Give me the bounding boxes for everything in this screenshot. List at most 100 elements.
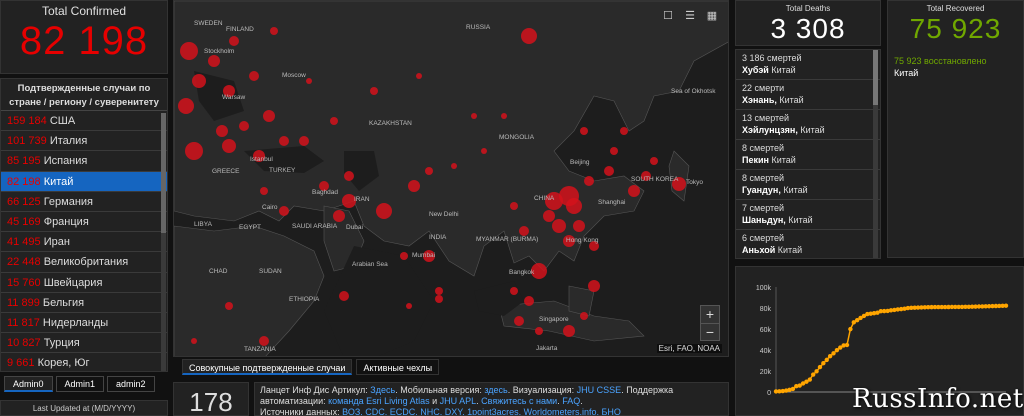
case-bubble[interactable] (249, 71, 259, 81)
contact-link[interactable]: Свяжитесь с нами (481, 396, 557, 406)
case-bubble[interactable] (306, 78, 312, 84)
case-bubble[interactable] (222, 139, 236, 153)
scrollbar-thumb[interactable] (161, 113, 166, 233)
case-bubble[interactable] (501, 113, 507, 119)
country-list-item[interactable]: 22 448 Великобритания (1, 252, 167, 273)
case-bubble[interactable] (330, 117, 338, 125)
case-bubble[interactable] (339, 291, 349, 301)
case-bubble[interactable] (270, 27, 278, 35)
case-bubble[interactable] (225, 302, 233, 310)
case-bubble[interactable] (588, 280, 600, 292)
data-point[interactable] (1003, 303, 1009, 308)
case-bubble[interactable] (584, 176, 594, 186)
data-point[interactable] (821, 360, 826, 366)
case-bubble[interactable] (425, 167, 433, 175)
case-bubble[interactable] (451, 163, 457, 169)
data-point[interactable] (814, 369, 819, 374)
country-list-item[interactable]: 159 184 США (1, 111, 167, 132)
data-point[interactable] (817, 364, 823, 370)
case-bubble[interactable] (650, 157, 658, 165)
deaths-list-item[interactable]: 22 смерти Хэнань, Китай (736, 80, 880, 110)
case-bubble[interactable] (370, 87, 378, 95)
article-link[interactable]: Здесь (370, 385, 395, 395)
case-bubble[interactable] (543, 210, 555, 222)
data-point[interactable] (844, 342, 850, 348)
case-bubble[interactable] (299, 136, 309, 146)
country-list-item[interactable]: 82 198 Китай (1, 171, 167, 192)
case-bubble[interactable] (239, 121, 249, 131)
case-bubble[interactable] (604, 166, 614, 176)
case-bubble[interactable] (260, 187, 268, 195)
case-bubble[interactable] (510, 202, 518, 210)
case-bubble[interactable] (563, 325, 575, 337)
case-bubble[interactable] (435, 287, 443, 295)
basemap-gallery-icon[interactable]: ▦ (704, 7, 720, 23)
map-view[interactable]: SWEDEN FINLAND RUSSIA Stockholm Moscow Warsaw… (173, 0, 729, 357)
country-list-item[interactable]: 85 195 Испания (1, 151, 167, 172)
case-bubble[interactable] (552, 219, 566, 233)
case-bubble[interactable] (408, 180, 420, 192)
case-bubble[interactable] (279, 136, 289, 146)
deaths-list-item[interactable]: 8 смертей Пекин Китай (736, 140, 880, 170)
country-list-item[interactable]: 10 827 Турция (1, 333, 167, 354)
country-list-item[interactable]: 15 760 Швейцария (1, 273, 167, 293)
data-point[interactable] (831, 351, 836, 356)
deaths-list-item[interactable]: 13 смертей Хэйлунцзян, Китай (736, 110, 880, 140)
case-bubble[interactable] (510, 287, 518, 295)
deaths-list-item[interactable]: 3 186 смертей Хубэй Китай (736, 50, 880, 80)
case-bubble[interactable] (580, 312, 588, 320)
country-list-item[interactable]: 9 661 Корея, Юг (1, 353, 167, 371)
tab-active-cases[interactable]: Активные чехлы (356, 359, 440, 375)
tab-admin1[interactable]: Admin1 (55, 376, 105, 392)
case-bubble[interactable] (514, 316, 524, 326)
scrollbar-thumb[interactable] (873, 50, 878, 105)
country-list-scrollbar[interactable] (161, 113, 166, 371)
country-list-item[interactable]: 11 899 Бельгия (1, 293, 167, 313)
case-bubble[interactable] (416, 73, 422, 79)
case-bubble[interactable] (524, 296, 534, 306)
case-bubble[interactable] (400, 252, 408, 260)
layers-icon[interactable]: ☰ (682, 7, 698, 23)
case-bubble[interactable] (180, 42, 198, 60)
data-point[interactable] (824, 357, 829, 363)
zoom-out-button[interactable]: − (701, 323, 719, 340)
case-bubble[interactable] (216, 125, 228, 137)
data-point[interactable] (807, 377, 813, 382)
jhu-apl-link[interactable]: JHU APL (440, 396, 477, 406)
zoom-in-button[interactable]: + (701, 306, 719, 323)
case-bubble[interactable] (519, 226, 529, 236)
case-bubble[interactable] (259, 336, 269, 346)
case-bubble[interactable] (580, 127, 588, 135)
case-bubble[interactable] (620, 127, 628, 135)
case-bubble[interactable] (263, 110, 275, 122)
jhu-csse-link[interactable]: JHU CSSE (577, 385, 622, 395)
case-bubble[interactable] (185, 142, 203, 160)
case-bubble[interactable] (481, 148, 487, 154)
case-bubble[interactable] (535, 327, 543, 335)
case-bubble[interactable] (178, 98, 194, 114)
case-bubble[interactable] (229, 36, 239, 46)
country-list-item[interactable]: 41 495 Иран (1, 232, 167, 253)
deaths-scrollbar[interactable] (873, 50, 878, 258)
case-bubble[interactable] (573, 220, 585, 232)
case-bubble[interactable] (610, 147, 618, 155)
case-bubble[interactable] (192, 74, 206, 88)
country-list-item[interactable]: 101 739 Италия (1, 131, 167, 152)
case-bubble[interactable] (559, 186, 579, 206)
data-point[interactable] (827, 353, 833, 359)
case-bubble[interactable] (376, 203, 392, 219)
case-bubble[interactable] (191, 338, 197, 344)
tab-admin2[interactable]: admin2 (107, 376, 155, 392)
tab-cumulative-confirmed[interactable]: Совокупные подтвержденные случаи (182, 359, 353, 375)
case-bubble[interactable] (208, 55, 220, 67)
case-bubble[interactable] (435, 295, 443, 303)
deaths-list-item[interactable]: 7 смертей Шаньдун, Китай (736, 200, 880, 230)
faq-link[interactable]: FAQ (562, 396, 580, 406)
bookmark-icon[interactable]: ☐ (660, 7, 676, 23)
tab-admin0[interactable]: Admin0 (4, 376, 53, 392)
case-bubble[interactable] (471, 113, 477, 119)
esri-team-link[interactable]: команда Esri Living Atlas (328, 396, 430, 406)
case-bubble[interactable] (279, 206, 289, 216)
mobile-link[interactable]: здесь (484, 385, 507, 395)
case-bubble[interactable] (521, 28, 537, 44)
